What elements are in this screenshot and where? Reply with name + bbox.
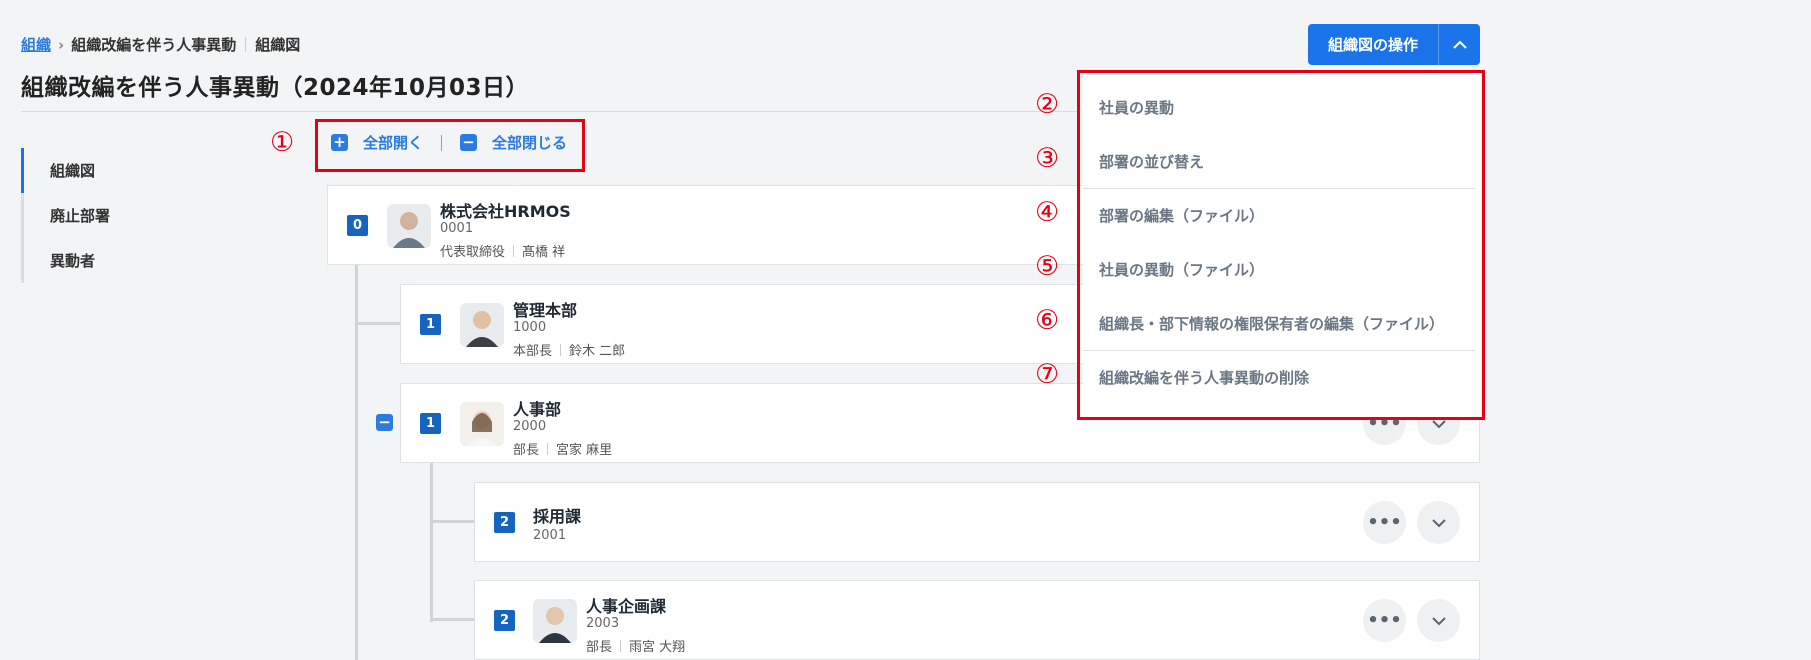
expand-all-button[interactable]: 全部開く: [363, 132, 423, 153]
level-badge: 1: [420, 314, 441, 335]
tree-connector: [355, 322, 400, 325]
annotation-3: ③: [1035, 143, 1060, 174]
card-code: 2000: [513, 419, 547, 434]
level-badge: 0: [347, 215, 368, 236]
card-name: 株式会社HRMOS: [440, 202, 571, 221]
collapse-all-button[interactable]: 全部閉じる: [492, 132, 567, 153]
side-nav-item-org-chart[interactable]: 組織図: [21, 148, 191, 193]
card-person: 宮家 麻里: [556, 443, 613, 458]
card-title: 部長: [513, 443, 540, 458]
card-role: 代表取締役 髙橋 祥: [440, 241, 565, 260]
more-horizontal-icon[interactable]: •••: [1363, 501, 1406, 544]
org-card-root[interactable]: 0 株式会社HRMOS 0001 代表取締役 髙橋 祥: [327, 185, 1087, 265]
side-nav-item-abolished[interactable]: 廃止部署: [21, 193, 191, 238]
title-divider: [21, 111, 1081, 112]
annotation-1: ①: [270, 127, 295, 158]
annotation-4: ④: [1035, 197, 1060, 228]
ops-button-label: 組織図の操作: [1327, 36, 1418, 54]
side-nav-label: 廃止部署: [50, 207, 111, 225]
annotation-2: ②: [1035, 89, 1060, 120]
avatar: [533, 599, 577, 643]
level-badge: 1: [420, 413, 441, 434]
person-avatar-icon: [539, 607, 571, 643]
tree-connector: [430, 618, 475, 621]
org-chart-operations-button[interactable]: 組織図の操作: [1308, 24, 1480, 65]
org-card[interactable]: 2 採用課 2001 •••: [474, 482, 1480, 562]
toggle-divider: [441, 134, 443, 151]
person-avatar-icon: [468, 411, 496, 446]
chevron-down-icon[interactable]: [1417, 501, 1460, 544]
org-card[interactable]: 1 管理本部 1000 本部長 鈴木 二郎: [400, 284, 1087, 364]
card-name: 管理本部: [513, 301, 578, 320]
card-name: 人事企画課: [586, 597, 667, 616]
breadcrumb-divider: [245, 37, 247, 52]
chevron-up-icon[interactable]: [1439, 36, 1480, 54]
card-code: 2003: [586, 616, 620, 631]
side-nav: 組織図 廃止部署 異動者: [21, 148, 191, 283]
plus-square-icon: +: [331, 134, 348, 151]
chevron-down-icon[interactable]: [1417, 599, 1460, 642]
card-code: 2001: [533, 528, 567, 543]
card-code: 0001: [440, 221, 474, 236]
breadcrumb-item: 組織改編を伴う人事異動: [71, 36, 237, 54]
level-badge: 2: [494, 610, 515, 631]
chevron-right-icon: ›: [58, 35, 65, 54]
level-badge: 2: [494, 512, 515, 533]
side-nav-label: 異動者: [50, 252, 96, 270]
avatar: [460, 402, 504, 446]
org-card[interactable]: 2 人事企画課 2003 部長 雨宮 大翔 •••: [474, 580, 1480, 660]
card-name: 採用課: [533, 507, 582, 526]
tree-toggle-bar: + 全部開く − 全部閉じる: [331, 132, 567, 153]
card-role: 部長 雨宮 大翔: [586, 636, 685, 655]
tree-connector: [430, 520, 475, 523]
annotation-6: ⑥: [1035, 305, 1060, 336]
card-title: 部長: [586, 640, 613, 655]
card-person: 鈴木 二郎: [569, 344, 626, 359]
card-role: 部長 宮家 麻里: [513, 439, 612, 458]
tree-connector: [430, 462, 433, 622]
page-title: 組織改編を伴う人事異動（2024年10月03日）: [21, 75, 530, 101]
card-person: 雨宮 大翔: [629, 640, 686, 655]
annotation-7: ⑦: [1035, 359, 1060, 390]
card-title: 本部長: [513, 344, 553, 359]
card-name: 人事部: [513, 400, 562, 419]
avatar: [460, 303, 504, 347]
side-nav-item-transferees[interactable]: 異動者: [21, 238, 191, 283]
more-horizontal-icon[interactable]: •••: [1363, 599, 1406, 642]
minus-square-icon[interactable]: −: [376, 414, 393, 431]
card-role: 本部長 鈴木 二郎: [513, 340, 625, 359]
breadcrumb-link-organization[interactable]: 組織: [21, 34, 51, 55]
breadcrumb: 組織 › 組織改編を伴う人事異動 組織図: [21, 34, 300, 55]
person-avatar-icon: [466, 311, 498, 347]
annotation-5: ⑤: [1035, 251, 1060, 282]
card-code: 1000: [513, 320, 547, 335]
avatar: [387, 204, 431, 248]
breadcrumb-current: 組織図: [255, 36, 301, 54]
minus-square-icon: −: [460, 134, 478, 151]
card-title: 代表取締役: [440, 245, 506, 260]
person-avatar-icon: [393, 212, 425, 248]
annotation-box-menu: [1077, 70, 1485, 420]
card-person: 髙橋 祥: [522, 245, 566, 260]
side-nav-label: 組織図: [50, 162, 96, 180]
